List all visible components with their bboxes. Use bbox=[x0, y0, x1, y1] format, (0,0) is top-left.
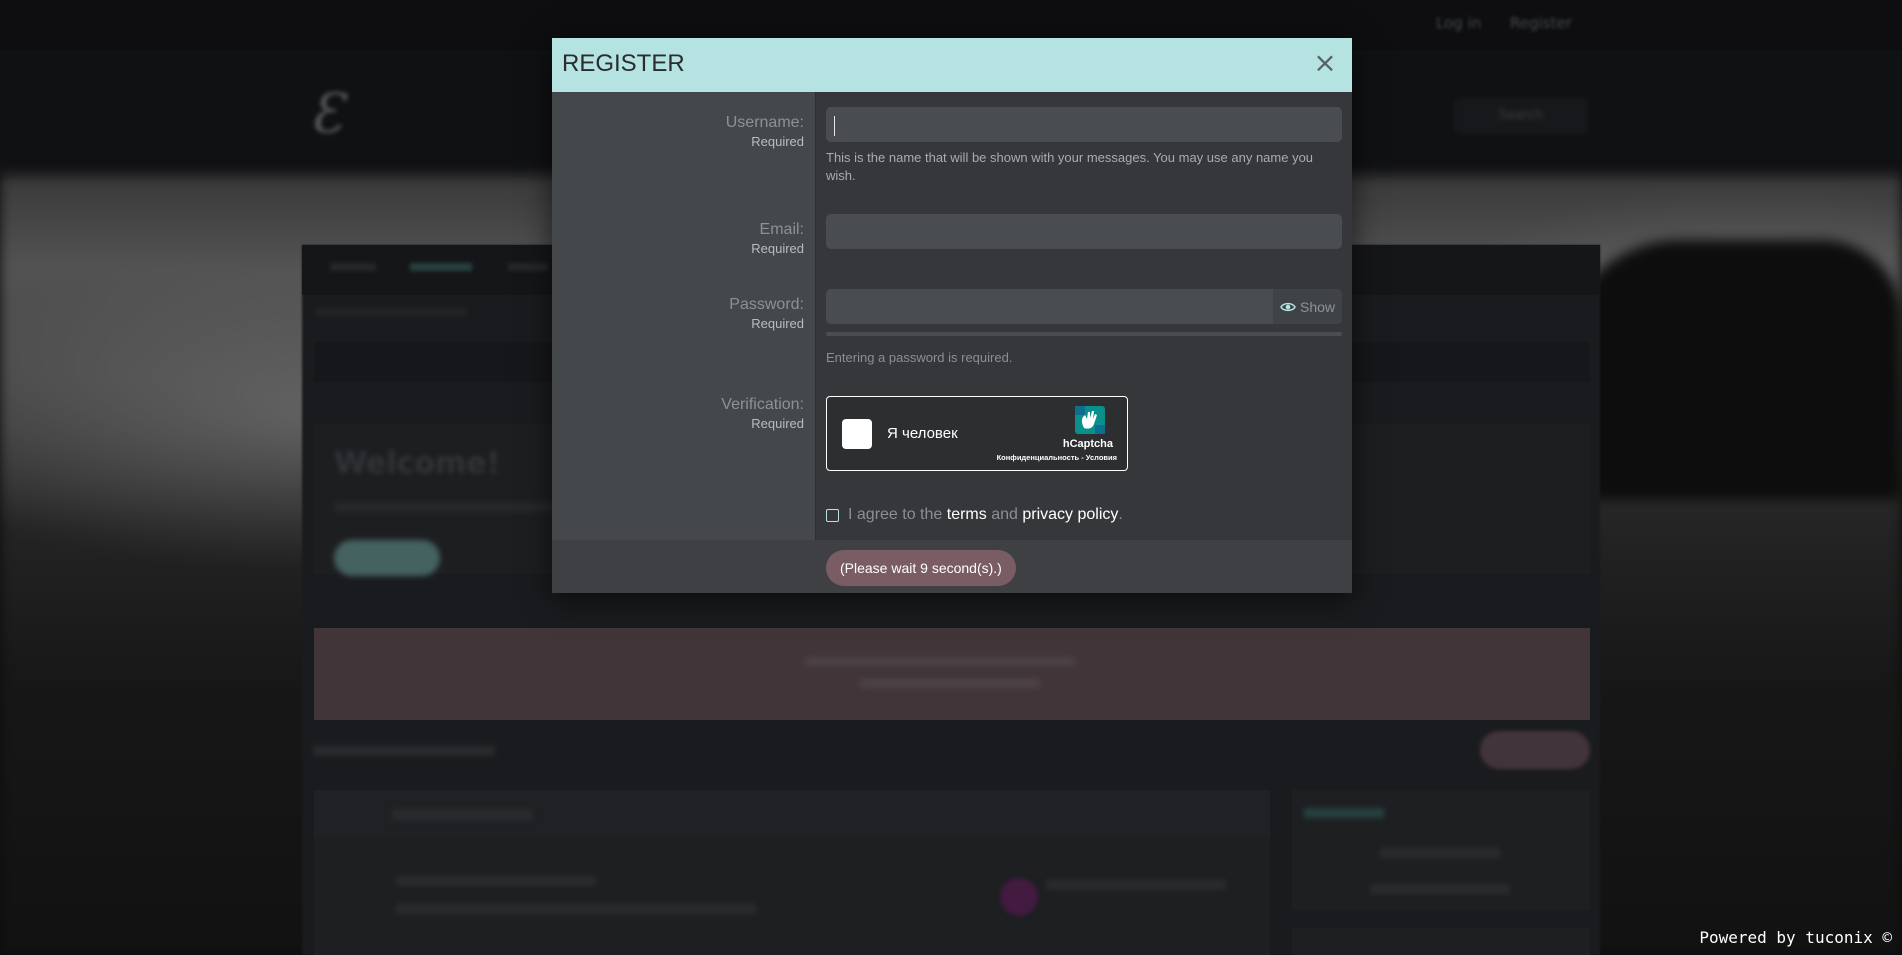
email-required: Required bbox=[751, 241, 804, 256]
eye-icon bbox=[1280, 302, 1296, 311]
password-required: Required bbox=[751, 316, 804, 331]
register-submit-button[interactable]: (Please wait 9 second(s).) bbox=[826, 550, 1016, 586]
agree-suffix: . bbox=[1118, 506, 1123, 523]
username-hint: This is the name that will be shown with… bbox=[826, 150, 1314, 183]
agree-row: I agree to the terms and privacy policy. bbox=[826, 506, 1123, 524]
username-input[interactable] bbox=[826, 107, 1342, 142]
email-label: Email: bbox=[759, 221, 804, 238]
verification-label: Verification: bbox=[721, 396, 804, 413]
captcha-links[interactable]: Конфиденциальность - Условия bbox=[997, 453, 1117, 462]
password-hint: Entering a password is required. bbox=[826, 350, 1013, 365]
password-label-block: Password: Required bbox=[729, 296, 804, 331]
email-label-block: Email: Required bbox=[751, 221, 804, 256]
show-password-button[interactable]: Show bbox=[1273, 289, 1342, 324]
verification-required: Required bbox=[751, 416, 804, 431]
username-required: Required bbox=[751, 134, 804, 149]
terms-link[interactable]: terms bbox=[947, 506, 987, 524]
agree-checkbox[interactable] bbox=[826, 508, 839, 522]
password-strength-meter bbox=[826, 332, 1342, 336]
powered-by-text: Powered by tuconix © bbox=[1699, 928, 1892, 947]
captcha-checkbox[interactable] bbox=[842, 419, 872, 449]
captcha-label: Я человек bbox=[887, 425, 958, 442]
close-icon[interactable]: × bbox=[1310, 48, 1340, 78]
modal-header: REGISTER × bbox=[552, 38, 1352, 92]
captcha-brand: hCaptcha bbox=[1062, 438, 1113, 450]
hcaptcha-logo-icon bbox=[1075, 406, 1105, 434]
username-label: Username: bbox=[725, 114, 804, 131]
register-modal: REGISTER × Username: Required This is th… bbox=[552, 38, 1352, 593]
hcaptcha-widget: Я человек hCaptcha Конфиденциальность - … bbox=[826, 396, 1128, 471]
password-label: Password: bbox=[729, 296, 804, 313]
username-label-block: Username: Required bbox=[726, 114, 804, 149]
verification-label-block: Verification: Required bbox=[721, 396, 804, 431]
email-input[interactable] bbox=[826, 214, 1342, 249]
agree-prefix: I agree to the bbox=[848, 506, 943, 523]
privacy-policy-link[interactable]: privacy policy bbox=[1022, 506, 1118, 524]
password-input[interactable] bbox=[826, 289, 1273, 324]
show-password-label: Show bbox=[1299, 298, 1336, 315]
agree-and: and bbox=[991, 506, 1018, 523]
text-caret bbox=[834, 116, 835, 136]
modal-title: REGISTER bbox=[562, 50, 685, 77]
